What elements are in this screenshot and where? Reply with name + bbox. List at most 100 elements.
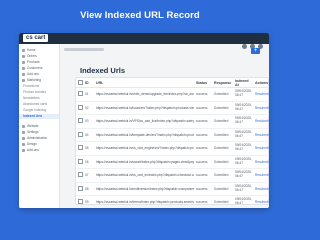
resubmit-link[interactable]: Resubmit [253,128,269,142]
sidebar-item-customers[interactable]: Customers [19,66,59,71]
row-checkbox[interactable] [76,195,83,208]
app-logo[interactable]: cs cart [23,34,49,42]
row-checkbox[interactable] [76,168,83,183]
resubmit-link[interactable]: Resubmit [253,168,269,183]
table-row: 06 https://cscartsd.webkul.in/cscart/ind… [76,155,269,169]
cell-indexed-at: 09/04/2025, 06:47 [233,87,253,102]
row-checkbox[interactable] [76,182,83,196]
table-header-row: ID URL Status Response Indexed At Action… [76,78,269,88]
sidebar-subitem-indexed-urls[interactable]: Indexed Urls [19,113,59,120]
cell-status: success [194,114,212,129]
cell-url[interactable]: https://cscartsd.webkul.in/demo/index.ph… [94,195,194,208]
table-row: 02 https://cscartsd.webkul.in/lucas/en/?… [76,101,269,115]
cell-url[interactable]: https://cscartsd.webkul.in/multivendor/i… [94,182,194,196]
cell-url[interactable]: https://cscartsd.webkul.in/cscart/index.… [94,155,194,169]
row-checkbox[interactable] [76,128,83,142]
cell-response: Submitted [212,141,233,156]
sidebar-item-label: Settings [27,129,39,134]
sidebar-item-label: Promotions [23,83,40,88]
sidebar-subitem-google-indexing[interactable]: Google Indexing [19,108,59,113]
cell-url[interactable]: https://cscartsd.webkul.in/cs_cart_engin… [94,141,194,156]
sidebar-subitem-abandoned-carts[interactable]: Abandoned carts [19,102,59,107]
table-row: 04 https://cscartsd.webkul.in/template-d… [76,128,269,142]
cell-url[interactable]: https://cscartsd.webkul.in/cs_cart_en/in… [94,168,194,183]
resubmit-link[interactable]: Resubmit [253,182,269,196]
row-checkbox[interactable] [76,155,83,169]
cell-url[interactable]: https://cscartsd.webkul.in/chirb_demo/up… [94,87,194,102]
sidebar-item-products[interactable]: Products [19,60,59,65]
table-row: 03 https://cscartsd.webkul.in/VPS/cs_car… [76,114,269,129]
sidebar-item-design[interactable]: Design [19,142,59,147]
column-header-id[interactable]: ID [83,78,94,88]
addons-icon [22,148,25,152]
hero-title: View Indexed URL Record [80,10,200,21]
sidebar-item-addons-bottom[interactable]: Add-ons [19,148,59,153]
resubmit-link[interactable]: Resubmit [253,141,269,156]
sidebar-item-label: Google Indexing [23,107,47,112]
resubmit-link[interactable]: Resubmit [253,155,269,169]
cell-url[interactable]: https://cscartsd.webkul.in/VPS/cs_cart_l… [94,114,194,129]
column-header-response[interactable]: Response [212,78,233,88]
addons-icon [22,72,25,76]
sidebar-item-label: Design [27,141,37,146]
sidebar-item-addons[interactable]: Add-ons [19,72,59,77]
sidebar-item-marketing[interactable]: Marketing [19,78,59,83]
row-checkbox[interactable] [76,101,83,115]
sidebar-item-label: Newsletters [23,95,40,100]
sidebar-item-label: Marketing [27,77,41,82]
sidebar-item-label: Customers [27,65,43,70]
resubmit-link[interactable]: Resubmit [253,114,269,129]
row-checkbox[interactable] [76,87,83,102]
cell-response: Submitted [212,128,233,142]
cell-response: Submitted [212,182,233,196]
sidebar-item-administration[interactable]: Administration [19,136,59,141]
row-checkbox[interactable] [76,141,83,156]
sidebar: Home Orders Products Customers Add-ons M… [19,44,60,208]
column-header-indexed-at[interactable]: Indexed At [233,78,253,88]
sidebar-item-website[interactable]: Website [19,124,59,129]
cell-id: 08 [83,182,94,196]
sidebar-item-orders[interactable]: Orders [19,54,59,59]
table-row: 01 https://cscartsd.webkul.in/chirb_demo… [76,87,269,102]
admin-icon [22,136,25,140]
home-icon [22,49,25,52]
sidebar-item-home[interactable]: Home [19,48,59,53]
sidebar-item-settings[interactable]: Settings [19,130,59,135]
column-header-url[interactable]: URL [94,78,194,88]
cell-id: 02 [83,101,94,115]
cell-status: success [194,87,212,102]
cell-status: success [194,182,212,196]
add-button[interactable]: + [251,48,260,54]
column-header-status[interactable]: Status [194,78,212,88]
resubmit-link[interactable]: Resubmit [253,101,269,115]
marketing-icon [22,78,25,82]
breadcrumb [64,48,104,51]
design-icon [22,142,25,146]
sidebar-item-label: Product bundles [23,89,47,94]
sidebar-subitem-newsletters[interactable]: Newsletters [19,96,59,101]
sidebar-subitem-promotions[interactable]: Promotions [19,84,59,89]
cell-status: success [194,168,212,183]
checkbox-icon [78,131,83,137]
cell-url[interactable]: https://cscartsd.webkul.in/template-dev/… [94,128,194,142]
products-icon [22,60,25,64]
main-content: + Indexed Urls ID URL Status Response In… [60,44,269,208]
column-header-actions: Actions [253,78,269,88]
checkbox-icon [78,172,83,178]
row-checkbox[interactable] [76,114,83,129]
cell-response: Submitted [212,87,233,102]
resubmit-link[interactable]: Resubmit [253,195,269,208]
cell-url[interactable]: https://cscartsd.webkul.in/lucas/en/?ind… [94,101,194,115]
checkbox-icon [78,199,83,205]
sidebar-subitem-product-bundles[interactable]: Product bundles [19,90,59,95]
cell-id: 04 [83,128,94,142]
table-row: 05 https://cscartsd.webkul.in/cs_cart_en… [76,141,269,156]
sidebar-item-label: Administration [27,135,48,140]
resubmit-link[interactable]: Resubmit [253,87,269,102]
cell-id: 06 [83,155,94,169]
select-all-checkbox[interactable] [76,78,83,88]
cell-id: 01 [83,87,94,102]
indexed-urls-table: ID URL Status Response Indexed At Action… [76,78,269,208]
checkbox-icon [78,145,83,151]
sidebar-item-label: Orders [27,53,37,58]
